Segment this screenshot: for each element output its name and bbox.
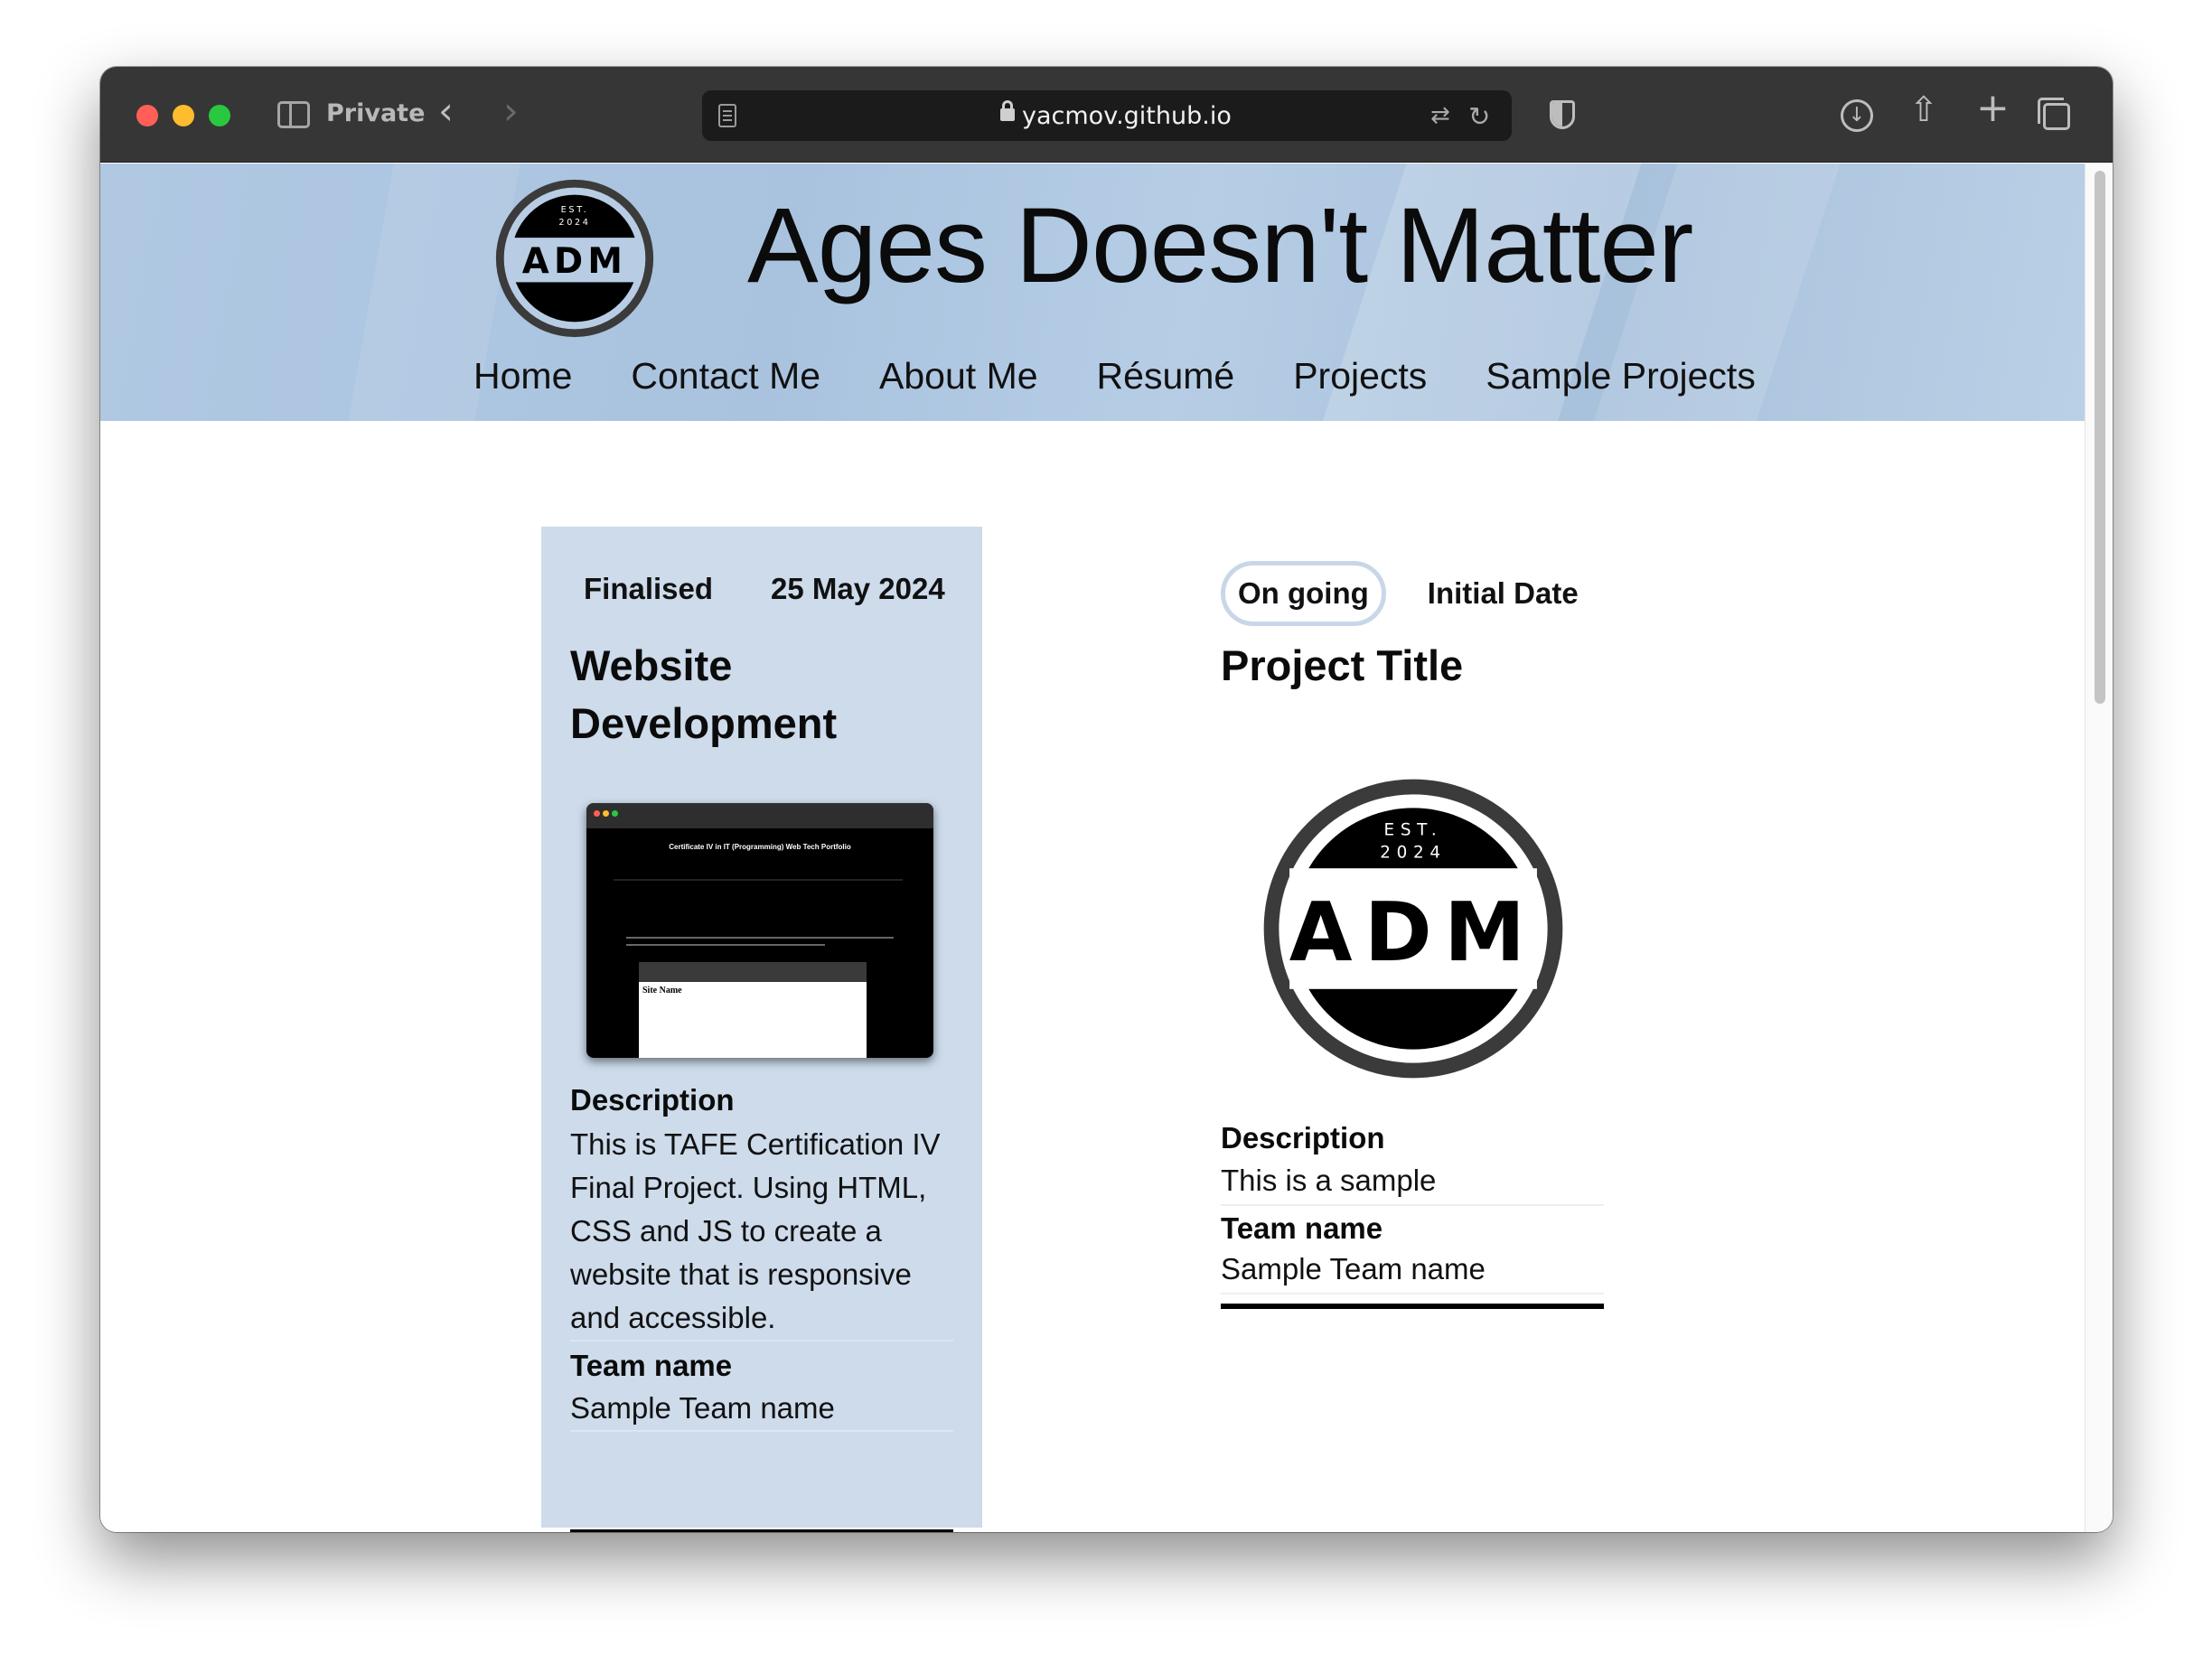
description-label: Description bbox=[1221, 1121, 1385, 1155]
team-name: Sample Team name bbox=[1221, 1252, 1486, 1285]
svg-text:2024: 2024 bbox=[558, 218, 590, 228]
address-bar[interactable]: yacmov.github.io ⇄ ↻ bbox=[702, 90, 1512, 141]
svg-text:EST.: EST. bbox=[1384, 820, 1443, 839]
share-icon[interactable]: ⇧ bbox=[1909, 92, 1938, 126]
thumbnail-site-name: Site Name bbox=[642, 986, 682, 996]
project-status-row: On going Initial Date bbox=[1221, 561, 1579, 626]
page-content: EST. 2024 ADM Ages Doesn't Matter Home C… bbox=[100, 164, 2085, 1532]
zoom-window-button[interactable] bbox=[209, 105, 230, 126]
privacy-shield-icon[interactable] bbox=[1550, 100, 1575, 129]
project-date: 25 May 2024 bbox=[771, 572, 945, 605]
thumbnail-text-line bbox=[626, 944, 825, 946]
nav-link-sample-projects[interactable]: Sample Projects bbox=[1486, 355, 1756, 397]
sidebar-icon[interactable] bbox=[277, 101, 310, 128]
lock-icon bbox=[1000, 100, 1015, 121]
thumbnail-divider bbox=[614, 879, 903, 881]
nav-link-projects[interactable]: Projects bbox=[1293, 355, 1427, 397]
adm-logo[interactable]: EST. 2024 ADM bbox=[495, 179, 654, 338]
thumbnail-dot bbox=[612, 810, 618, 817]
reload-icon[interactable]: ↻ bbox=[1468, 101, 1490, 132]
project-title: Project Title bbox=[1221, 641, 1464, 689]
nav-link-resume[interactable]: Résumé bbox=[1097, 355, 1235, 397]
site-header: EST. 2024 ADM Ages Doesn't Matter Home C… bbox=[100, 164, 2085, 421]
thumbnail-heading: Certificate IV in IT (Programming) Web T… bbox=[669, 843, 851, 851]
url-text[interactable]: yacmov.github.io bbox=[1022, 102, 1232, 130]
thumbnail-dot bbox=[603, 810, 609, 817]
status-badge: On going bbox=[1221, 561, 1386, 626]
site-title: Ages Doesn't Matter bbox=[747, 186, 1693, 305]
nav-link-about[interactable]: About Me bbox=[879, 355, 1038, 397]
svg-text:2024: 2024 bbox=[1380, 844, 1446, 863]
main-nav: Home Contact Me About Me Résumé Projects… bbox=[473, 355, 1814, 397]
private-mode-label: Private bbox=[326, 99, 426, 127]
project-title: Website Development bbox=[570, 641, 838, 747]
svg-text:ADM: ADM bbox=[1289, 885, 1537, 980]
new-tab-icon[interactable]: + bbox=[1976, 89, 2010, 128]
status-badge: Finalised bbox=[584, 572, 714, 605]
close-window-button[interactable] bbox=[136, 105, 158, 126]
svg-text:EST.: EST. bbox=[561, 205, 589, 215]
project-date: Initial Date bbox=[1427, 576, 1579, 610]
thumbnail-inner-page: Site Name bbox=[639, 962, 867, 1058]
field-divider bbox=[1221, 1204, 1604, 1206]
card-end-rule bbox=[1221, 1304, 1604, 1309]
description-text: This is a sample bbox=[1221, 1164, 1437, 1197]
project-card: On going Initial Date Project Title EST.… bbox=[1221, 527, 1654, 1340]
download-icon[interactable]: ↓ bbox=[1841, 99, 1873, 132]
page-menu-icon[interactable] bbox=[718, 104, 736, 127]
scrollbar-thumb[interactable] bbox=[2095, 171, 2105, 704]
back-arrow-icon[interactable]: ‹ bbox=[438, 92, 454, 130]
card-end-rule bbox=[570, 1529, 953, 1532]
nav-link-contact[interactable]: Contact Me bbox=[631, 355, 820, 397]
browser-toolbar: Private ‹ › yacmov.github.io ⇄ ↻ ↓ ⇧ + bbox=[100, 67, 2113, 163]
description-label: Description bbox=[570, 1083, 735, 1117]
field-divider bbox=[570, 1430, 953, 1432]
adm-logo: EST. 2024 ADM bbox=[1263, 779, 1563, 1079]
thumbnail-dot bbox=[594, 810, 600, 817]
project-card: Finalised 25 May 2024 Website Developmen… bbox=[541, 527, 982, 1532]
thumbnail-inner-bar bbox=[639, 962, 867, 982]
browser-window: Private ‹ › yacmov.github.io ⇄ ↻ ↓ ⇧ + E… bbox=[100, 67, 2113, 1532]
field-divider bbox=[1221, 1293, 1604, 1295]
field-divider bbox=[570, 1340, 953, 1341]
description-text: This is TAFE Certification IV Final Proj… bbox=[570, 1127, 941, 1334]
team-label: Team name bbox=[1221, 1211, 1383, 1245]
team-name: Sample Team name bbox=[570, 1391, 835, 1425]
project-thumbnail[interactable]: Certificate IV in IT (Programming) Web T… bbox=[586, 803, 933, 1058]
team-label: Team name bbox=[570, 1349, 733, 1382]
svg-text:ADM: ADM bbox=[522, 241, 627, 282]
project-status-row: Finalised 25 May 2024 bbox=[584, 572, 945, 606]
minimize-window-button[interactable] bbox=[173, 105, 194, 126]
nav-link-home[interactable]: Home bbox=[473, 355, 572, 397]
thumbnail-browser-bar bbox=[586, 803, 933, 828]
page-scrollbar[interactable] bbox=[2085, 164, 2113, 1532]
translate-icon[interactable]: ⇄ bbox=[1430, 102, 1450, 129]
thumbnail-text-line bbox=[626, 937, 894, 939]
tab-overview-icon[interactable] bbox=[2038, 98, 2070, 130]
forward-arrow-icon[interactable]: › bbox=[503, 92, 519, 130]
